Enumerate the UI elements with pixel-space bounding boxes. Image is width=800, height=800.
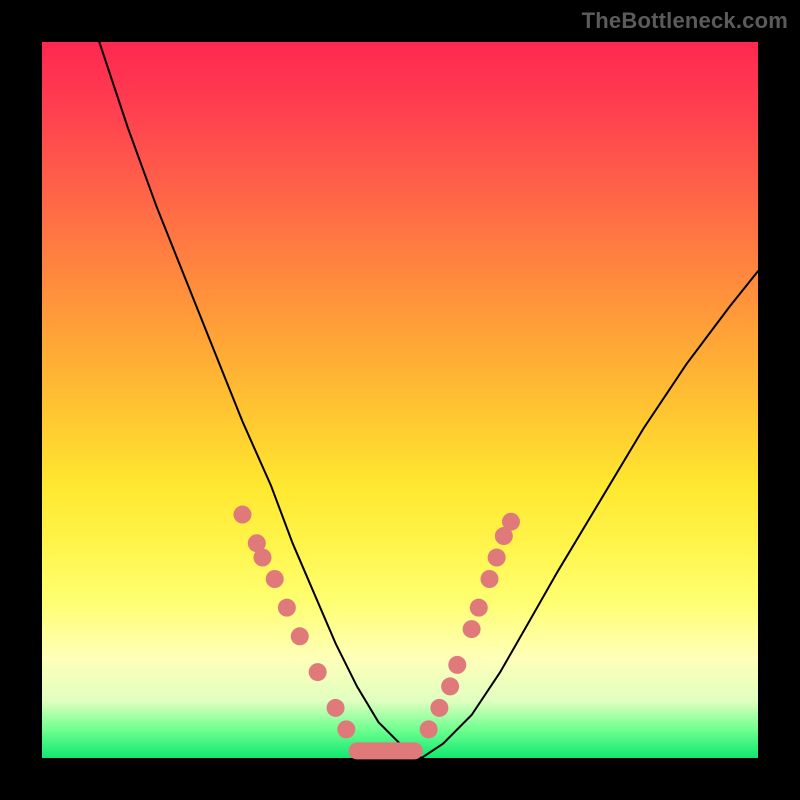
marker-right-5 bbox=[470, 599, 488, 617]
marker-right-3 bbox=[448, 656, 466, 674]
marker-right-9 bbox=[502, 513, 520, 531]
marker-right-6 bbox=[481, 570, 499, 588]
marker-right-2 bbox=[441, 677, 459, 695]
marker-left-8 bbox=[337, 720, 355, 738]
plot-area bbox=[42, 42, 758, 758]
marker-left-2 bbox=[254, 549, 272, 567]
marker-left-5 bbox=[291, 627, 309, 645]
marker-right-1 bbox=[430, 699, 448, 717]
marker-left-6 bbox=[309, 663, 327, 681]
chart-stage: TheBottleneck.com bbox=[0, 0, 800, 800]
marker-right-4 bbox=[463, 620, 481, 638]
marker-left-7 bbox=[327, 699, 345, 717]
bottleneck-curve bbox=[99, 42, 758, 758]
marker-right-7 bbox=[488, 549, 506, 567]
marker-left-0 bbox=[233, 506, 251, 524]
marker-right-0 bbox=[420, 720, 438, 738]
watermark-text: TheBottleneck.com bbox=[582, 8, 788, 34]
plot-svg bbox=[42, 42, 758, 758]
marker-left-3 bbox=[266, 570, 284, 588]
marker-left-4 bbox=[278, 599, 296, 617]
